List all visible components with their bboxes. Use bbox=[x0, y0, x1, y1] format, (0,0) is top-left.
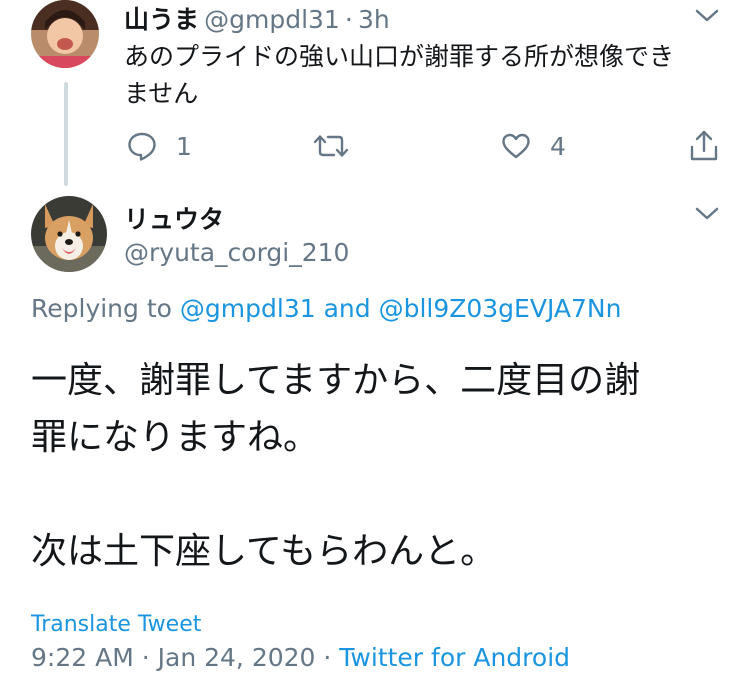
like-count: 4 bbox=[550, 131, 566, 161]
avatar-main[interactable] bbox=[31, 196, 107, 272]
date-separator: · bbox=[141, 643, 150, 672]
avatar-parent[interactable] bbox=[31, 0, 99, 68]
source-separator: · bbox=[323, 643, 332, 672]
replying-to-user-2[interactable]: @bll9Z03gEVJA7Nn bbox=[379, 294, 622, 323]
share-icon bbox=[690, 130, 718, 161]
share-button[interactable] bbox=[688, 126, 720, 166]
heart-icon bbox=[502, 133, 530, 159]
reply-icon bbox=[128, 132, 156, 161]
replying-to-prefix: Replying to bbox=[31, 294, 172, 323]
replying-to-user-1[interactable]: @gmpdl31 bbox=[180, 294, 316, 323]
translate-tweet-link[interactable]: Translate Tweet bbox=[31, 612, 201, 637]
parent-header: 山うま @gmpdl31 · 3h bbox=[124, 0, 390, 36]
replying-to-line: Replying to @gmpdl31 and @bll9Z03gEVJA7N… bbox=[31, 294, 621, 323]
parent-time-separator: · bbox=[344, 5, 353, 34]
main-display-name[interactable]: リュウタ bbox=[124, 200, 224, 236]
main-tweet-text: 一度、謝罪してますから、二度目の謝 罪になりますね。 次は土下座してもらわんと。 bbox=[31, 360, 641, 572]
reply-count: 1 bbox=[176, 131, 192, 161]
tweet-date: Jan 24, 2020 bbox=[157, 643, 316, 672]
reply-button[interactable]: 1 bbox=[126, 126, 192, 166]
main-handle[interactable]: @ryuta_corgi_210 bbox=[124, 238, 349, 267]
parent-text-line-2: ません bbox=[124, 79, 199, 108]
parent-tweet-text: あのプライドの強い山口が謝罪する所が想像でき ません bbox=[124, 38, 724, 112]
parent-time[interactable]: 3h bbox=[358, 5, 390, 34]
retweet-button[interactable] bbox=[312, 126, 350, 166]
replying-to-and[interactable]: and bbox=[324, 294, 371, 323]
tweet-time: 9:22 AM bbox=[31, 643, 134, 672]
parent-display-name[interactable]: 山うま bbox=[124, 5, 199, 34]
parent-chevron-down-icon[interactable] bbox=[694, 8, 720, 24]
parent-handle[interactable]: @gmpdl31 bbox=[204, 5, 340, 34]
tweet-timestamp-line: 9:22 AM · Jan 24, 2020 · Twitter for And… bbox=[31, 643, 570, 672]
thread-connector-line bbox=[64, 82, 68, 186]
tweet-source-link[interactable]: Twitter for Android bbox=[339, 643, 570, 672]
parent-text-line-1: あのプライドの強い山口が謝罪する所が想像でき bbox=[124, 42, 675, 71]
like-button[interactable]: 4 bbox=[500, 126, 566, 166]
retweet-icon bbox=[313, 135, 349, 157]
main-chevron-down-icon[interactable] bbox=[694, 206, 720, 222]
